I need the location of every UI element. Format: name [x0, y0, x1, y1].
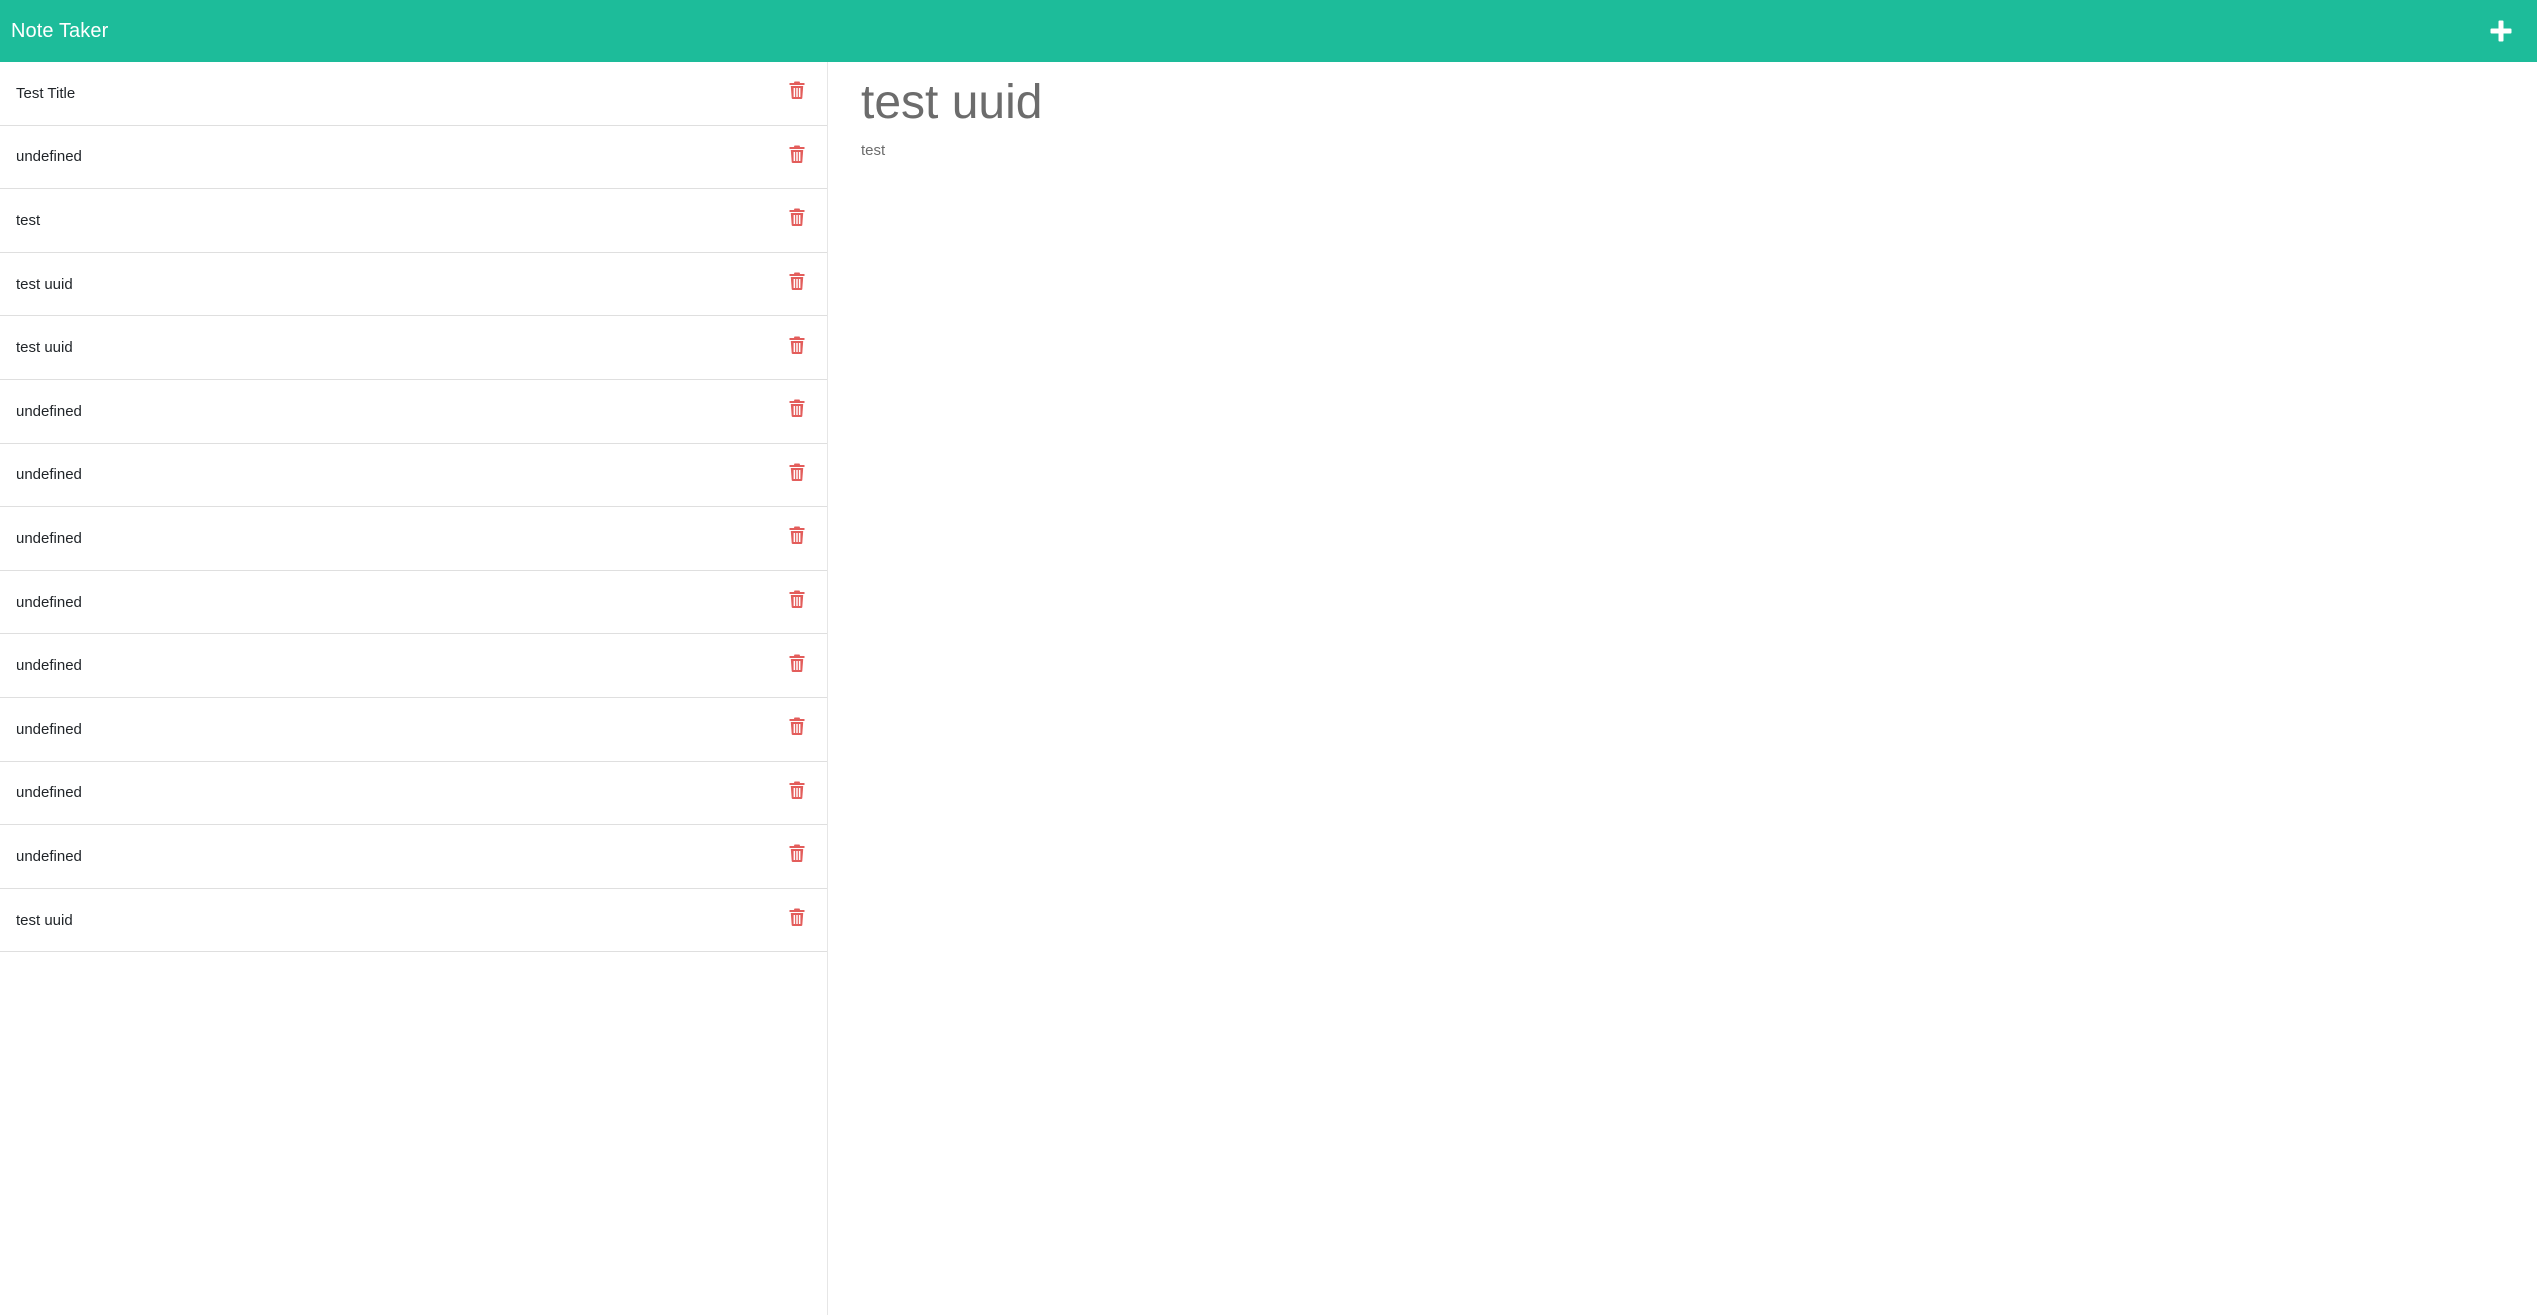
- delete-note-button[interactable]: [786, 205, 808, 229]
- navbar: Note Taker: [0, 0, 2537, 62]
- note-list-item[interactable]: undefined: [0, 444, 827, 508]
- trash-icon: [789, 399, 805, 418]
- trash-icon: [789, 81, 805, 100]
- note-title-input[interactable]: [861, 72, 2505, 134]
- trash-icon: [789, 272, 805, 291]
- delete-note-button[interactable]: [786, 905, 808, 929]
- note-list-item[interactable]: test uuid: [0, 889, 827, 953]
- note-text-area[interactable]: test: [861, 142, 2505, 1242]
- trash-icon: [789, 844, 805, 863]
- trash-icon: [789, 208, 805, 227]
- note-list-item[interactable]: undefined: [0, 698, 827, 762]
- note-list-item[interactable]: undefined: [0, 571, 827, 635]
- trash-icon: [789, 908, 805, 927]
- note-list-item[interactable]: test: [0, 189, 827, 253]
- trash-icon: [789, 717, 805, 736]
- note-list-item-title: undefined: [16, 402, 82, 420]
- trash-icon: [789, 590, 805, 609]
- plus-icon: [2490, 20, 2512, 42]
- note-list-item-title: test: [16, 211, 41, 229]
- trash-icon: [789, 781, 805, 799]
- note-list-item-title: undefined: [16, 784, 82, 802]
- note-list-item-title: undefined: [16, 529, 82, 547]
- trash-icon: [789, 463, 805, 481]
- note-list-item-title: undefined: [16, 593, 82, 611]
- note-list-item-title: undefined: [16, 720, 82, 738]
- note-list-item[interactable]: Test Title: [0, 62, 827, 126]
- note-editor: test: [829, 62, 2537, 1315]
- note-list-item[interactable]: undefined: [0, 126, 827, 190]
- note-list-item[interactable]: undefined: [0, 507, 827, 571]
- note-list-item[interactable]: undefined: [0, 825, 827, 889]
- note-list-item-title: test uuid: [16, 275, 73, 293]
- delete-note-button[interactable]: [786, 333, 808, 357]
- delete-note-button[interactable]: [786, 142, 808, 166]
- note-list-item[interactable]: undefined: [0, 634, 827, 698]
- note-list-item[interactable]: undefined: [0, 762, 827, 826]
- delete-note-button[interactable]: [786, 587, 808, 611]
- delete-note-button[interactable]: [786, 460, 808, 484]
- note-list-item[interactable]: test uuid: [0, 253, 827, 317]
- note-list-item-title: undefined: [16, 657, 82, 675]
- note-list-item-title: test uuid: [16, 911, 73, 929]
- app-title[interactable]: Note Taker: [11, 20, 108, 43]
- note-list-item-title: Test Title: [16, 84, 76, 102]
- note-list: Test Title undefined test test uuid test…: [0, 62, 827, 953]
- note-list-item[interactable]: test uuid: [0, 316, 827, 380]
- trash-icon: [789, 145, 805, 163]
- delete-note-button[interactable]: [786, 78, 808, 102]
- note-list-panel: Test Title undefined test test uuid test…: [0, 62, 828, 1315]
- delete-note-button[interactable]: [786, 714, 808, 738]
- trash-icon: [789, 654, 805, 672]
- trash-icon: [789, 526, 805, 545]
- delete-note-button[interactable]: [786, 269, 808, 293]
- note-list-item-title: test uuid: [16, 339, 73, 357]
- note-list-item-title: undefined: [16, 847, 82, 865]
- note-list-item[interactable]: undefined: [0, 380, 827, 444]
- delete-note-button[interactable]: [786, 651, 808, 675]
- note-list-item-title: undefined: [16, 148, 82, 166]
- note-list-item-title: undefined: [16, 466, 82, 484]
- delete-note-button[interactable]: [786, 523, 808, 547]
- delete-note-button[interactable]: [786, 841, 808, 865]
- new-note-button[interactable]: [2481, 11, 2521, 51]
- trash-icon: [789, 336, 805, 354]
- delete-note-button[interactable]: [786, 396, 808, 420]
- delete-note-button[interactable]: [786, 778, 808, 802]
